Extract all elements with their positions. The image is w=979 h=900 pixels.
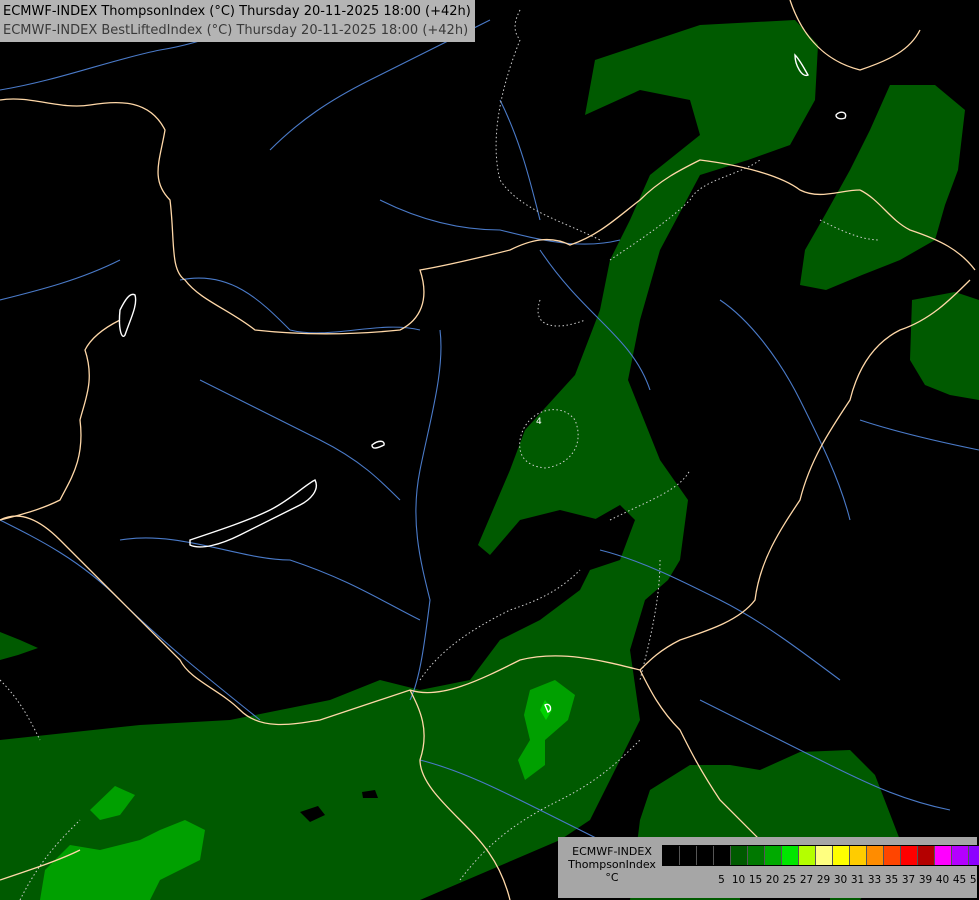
legend-swatch: [765, 846, 782, 865]
legend-tick-label: 33: [867, 874, 882, 886]
river-14: [859, 419, 979, 451]
legend-swatch: [901, 846, 918, 865]
legend-tick-label: 45: [952, 874, 967, 886]
river-10: [379, 199, 621, 245]
legend-tick-spacer: [662, 874, 713, 888]
legend-swatch: [731, 846, 748, 865]
legend-tick-labels: 51015202527293031333537394045505560: [662, 874, 979, 888]
legend-swatch: [714, 846, 731, 865]
legend-tick-label: 39: [918, 874, 933, 886]
river-15: [0, 259, 121, 301]
title-thompson-index: ECMWF-INDEX ThompsonIndex (°C) Thursday …: [3, 4, 471, 19]
legend-swatch: [680, 846, 697, 865]
legend-tick-label: 29: [816, 874, 831, 886]
legend-swatch: [782, 846, 799, 865]
legend-tick-label: 40: [935, 874, 950, 886]
title-best-lifted-index: ECMWF-INDEX BestLiftedIndex (°C) Thursda…: [3, 23, 469, 38]
border-west: [0, 319, 121, 521]
legend-color-scale: [662, 845, 979, 866]
lake-balaton: [189, 479, 317, 548]
legend-parameter-label: ThompsonIndex: [568, 858, 656, 871]
thompson-band-east-strip: [800, 85, 965, 290]
color-legend: ECMWF-INDEX ThompsonIndex °C 5 10 15 20 25 27…: [558, 837, 979, 898]
contour-label-4: 4: [536, 417, 542, 427]
legend-swatch: [697, 846, 714, 865]
legend-swatch: [816, 846, 833, 865]
legend-swatch: [884, 846, 901, 865]
contour-1: [495, 39, 601, 241]
legend-tick-label: 20: [765, 874, 780, 886]
legend-tick-label: 15: [748, 874, 763, 886]
river-12: [499, 99, 541, 221]
river-8: [719, 299, 851, 521]
legend-title: ECMWF-INDEX ThompsonIndex °C: [564, 845, 660, 884]
legend-tick-label: 50: [969, 874, 979, 886]
legend-tick-label: 30: [833, 874, 848, 886]
contour-12: [514, 9, 521, 41]
legend-swatch: [867, 846, 884, 865]
lake-small-1: [371, 440, 385, 449]
lake-neusiedl: [118, 293, 137, 337]
lake-small-3: [835, 111, 847, 120]
map-title-box: ECMWF-INDEX ThompsonIndex (°C) Thursday …: [0, 0, 475, 42]
legend-swatch: [952, 846, 969, 865]
legend-tick-label: 5: [718, 874, 725, 886]
legend-tick-label: 35: [884, 874, 899, 886]
legend-tick-label: 25: [782, 874, 797, 886]
legend-tick-label: 31: [850, 874, 865, 886]
thompson-band-west-edge: [0, 632, 38, 660]
legend-swatch: [833, 846, 850, 865]
legend-swatch: [969, 846, 979, 865]
legend-swatch: [918, 846, 935, 865]
contour-2: [537, 299, 586, 327]
thompson-band-east-edge: [910, 292, 979, 400]
legend-tick-label: 37: [901, 874, 916, 886]
legend-swatch: [799, 846, 816, 865]
legend-swatch: [935, 846, 952, 865]
legend-tick-label: 10: [731, 874, 746, 886]
river-4: [119, 537, 421, 621]
legend-tick-label: 27: [799, 874, 814, 886]
legend-swatch: [850, 846, 867, 865]
river-13: [199, 379, 401, 501]
legend-swatch: [748, 846, 765, 865]
legend-swatch: [663, 846, 680, 865]
legend-unit-label: °C: [605, 871, 619, 884]
thompson-index-fill-25-27: [0, 20, 979, 900]
legend-model-label: ECMWF-INDEX: [572, 845, 652, 858]
river-3: [409, 329, 442, 701]
contour-8: [0, 679, 41, 741]
weather-map: 4: [0, 0, 979, 900]
river-5: [0, 519, 261, 721]
